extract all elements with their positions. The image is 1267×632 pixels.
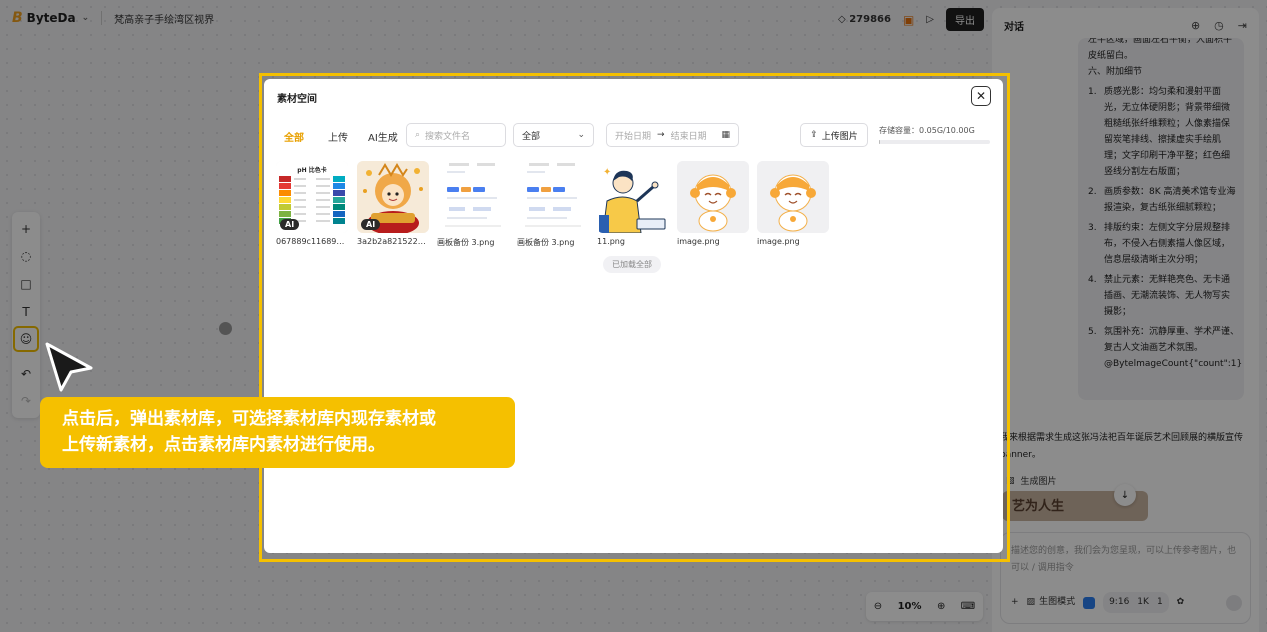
chart-title: pH 比色卡 [297,166,326,174]
chevron-down-icon: ⌄ [577,130,585,140]
cursor-pointer-icon [45,342,93,392]
callout-line: 点击后，弹出素材库，可选择素材库内现存素材或 [62,409,436,429]
tab-ai-generated[interactable]: AI生成 [368,129,398,144]
instruction-callout: 点击后，弹出素材库，可选择素材库内现存素材或 上传新素材，点击素材库内素材进行使… [40,397,515,468]
calendar-icon: ▦ [721,130,730,140]
ai-badge: AI [280,219,300,230]
asset-name: image.png [677,237,720,246]
tab-upload[interactable]: 上传 [328,129,348,144]
close-button[interactable]: ✕ [971,86,991,106]
search-input[interactable]: ⌕ 搜索文件名 [406,123,506,147]
asset-thumbnail: ✦ [597,161,669,233]
svg-text:✦: ✦ [603,167,611,178]
upload-image-button[interactable]: ⇪ 上传图片 [800,123,868,147]
asset-item[interactable]: image.png [677,161,749,246]
asset-name: 画板备份 3.png [437,238,495,247]
asset-item[interactable]: pH 比色卡 AI 067889c1168948… [276,161,348,246]
asset-item[interactable]: 画板备份 3.png [517,161,589,248]
ai-badge: AI [361,219,381,230]
arrow-right-icon: → [657,130,665,140]
storage-capacity: 存储容量：0.05G/10.00G [879,126,975,135]
storage-bar [879,140,990,144]
asset-thumbnail [517,161,589,233]
date-range-picker[interactable]: 开始日期 → 结束日期 ▦ [606,123,739,147]
asset-thumbnail [677,161,749,233]
modal-title: 素材空间 [277,94,317,105]
asset-thumbnail [757,161,829,233]
asset-name: 画板备份 3.png [517,238,575,247]
upload-icon: ⇪ [810,130,818,140]
asset-item[interactable]: ✦ 11.png [597,161,669,246]
asset-item[interactable]: AI 3a2b2a82152247… [357,161,429,246]
callout-line: 上传新素材，点击素材库内素材进行使用。 [62,435,385,455]
type-filter-select[interactable]: 全部 ⌄ [513,123,594,147]
asset-thumbnail: pH 比色卡 AI [276,161,348,233]
tab-all[interactable]: 全部 [284,129,304,144]
asset-name: 067889c1168948… [276,237,348,246]
close-icon: ✕ [975,89,987,103]
asset-item[interactable]: image.png [757,161,829,246]
asset-name: image.png [757,237,800,246]
asset-name: 3a2b2a82152247… [357,237,429,246]
date-end: 结束日期 [670,131,707,142]
asset-item[interactable]: 画板备份 3.png [437,161,509,248]
date-start: 开始日期 [615,131,652,142]
asset-thumbnail [437,161,509,233]
asset-name: 11.png [597,237,625,246]
search-icon: ⌕ [415,130,421,140]
storage-bar-fill [879,140,880,144]
asset-thumbnail: AI [357,161,429,233]
loaded-all-indicator: 已加载全部 [603,256,661,273]
search-placeholder: 搜索文件名 [425,131,471,142]
asset-library-modal: 素材空间 ✕ 全部 上传 AI生成 ⌕ 搜索文件名 全部 ⌄ 开始日期 → 结束… [264,79,1003,553]
